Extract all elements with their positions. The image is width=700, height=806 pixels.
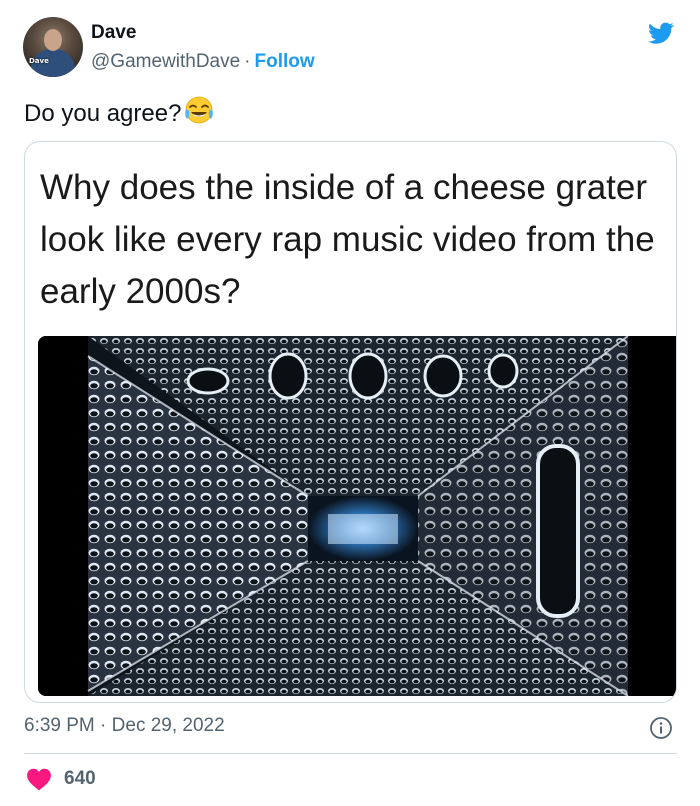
timestamp-separator: · xyxy=(100,715,107,736)
tweet-time: 6:39 PM xyxy=(24,715,95,736)
media-caption: Why does the inside of a cheese grater l… xyxy=(40,168,655,311)
like-count[interactable]: 640 xyxy=(64,768,96,790)
divider xyxy=(24,753,677,754)
avatar-label: Dave xyxy=(29,57,49,65)
author-handle-line: @GamewithDave · Follow xyxy=(91,51,315,73)
tweet-date: Dec 29, 2022 xyxy=(111,715,225,736)
tweet-card: Dave Dave @GamewithDave · Follow Do you ag… xyxy=(0,0,700,806)
media-card[interactable]: Why does the inside of a cheese grater l… xyxy=(24,141,677,703)
author-handle[interactable]: @GamewithDave xyxy=(91,51,240,72)
grater-photo-illustration xyxy=(38,336,676,696)
avatar[interactable]: Dave xyxy=(23,17,83,77)
heart-icon[interactable] xyxy=(26,767,52,791)
follow-button[interactable]: Follow xyxy=(255,51,315,72)
author-name[interactable]: Dave xyxy=(91,22,136,44)
tweet-timestamp[interactable]: 6:39 PM · Dec 29, 2022 xyxy=(24,715,225,737)
tweet-text-content: Do you agree? xyxy=(24,100,182,127)
handle-separator: · xyxy=(244,51,251,72)
tears-of-joy-emoji-icon xyxy=(185,96,214,124)
cheese-grater-image[interactable] xyxy=(38,336,676,696)
tweet-text: Do you agree? xyxy=(24,95,215,128)
info-icon[interactable] xyxy=(649,716,673,740)
avatar-face xyxy=(44,29,62,51)
twitter-bird-icon[interactable] xyxy=(645,20,677,46)
